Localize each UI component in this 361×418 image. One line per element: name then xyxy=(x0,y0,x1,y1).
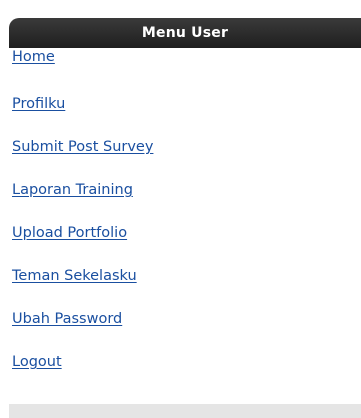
menu-item-logout: Logout xyxy=(9,349,361,392)
menu-item-upload-portfolio: Upload Portfolio xyxy=(9,220,361,263)
user-menu-panel: Menu User Home Profilku Submit Post Surv… xyxy=(9,18,361,418)
ubah-password-link[interactable]: Ubah Password xyxy=(12,311,122,327)
laporan-training-link[interactable]: Laporan Training xyxy=(12,182,133,198)
menu-item-laporan-training: Laporan Training xyxy=(9,177,361,220)
submit-post-survey-link[interactable]: Submit Post Survey xyxy=(12,139,153,155)
menu-item-home: Home xyxy=(9,48,361,91)
menu-footer-bar xyxy=(9,404,361,418)
upload-portfolio-link[interactable]: Upload Portfolio xyxy=(12,225,127,241)
logout-link[interactable]: Logout xyxy=(12,354,62,370)
menu-item-teman-sekelasku: Teman Sekelasku xyxy=(9,263,361,306)
menu-item-ubah-password: Ubah Password xyxy=(9,306,361,349)
teman-sekelasku-link[interactable]: Teman Sekelasku xyxy=(12,268,137,284)
home-link[interactable]: Home xyxy=(12,49,55,65)
menu-list: Home Profilku Submit Post Survey Laporan… xyxy=(9,48,361,392)
menu-title: Menu User xyxy=(9,18,361,48)
menu-item-submit-post-survey: Submit Post Survey xyxy=(9,134,361,177)
profilku-link[interactable]: Profilku xyxy=(12,96,65,112)
menu-item-profilku: Profilku xyxy=(9,91,361,134)
